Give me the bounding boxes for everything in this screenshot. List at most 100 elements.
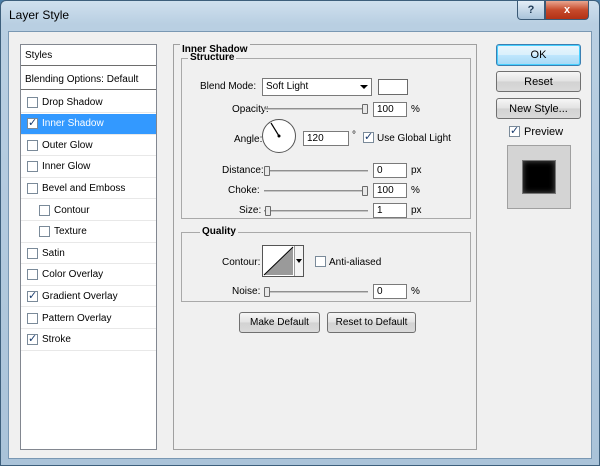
- layer-style-dialog: Layer Style ? x Styles Blending Options:…: [0, 0, 600, 466]
- degree-sign: °: [352, 130, 356, 141]
- blending-options-item[interactable]: Blending Options: Default: [21, 69, 156, 90]
- opacity-slider[interactable]: [264, 104, 368, 114]
- style-item-label: Color Overlay: [42, 269, 104, 281]
- contour-curve-icon: [263, 246, 294, 276]
- style-item-checkbox[interactable]: [27, 332, 38, 346]
- style-item-label: Outer Glow: [42, 139, 93, 151]
- close-button[interactable]: x: [545, 1, 589, 20]
- style-item-drop-shadow[interactable]: Drop Shadow: [21, 92, 156, 113]
- reset-button[interactable]: Reset: [496, 71, 581, 92]
- anti-aliased-label: Anti-aliased: [329, 257, 382, 268]
- opacity-slider-thumb[interactable]: [362, 104, 368, 114]
- noise-input[interactable]: 0: [373, 284, 407, 299]
- style-item-checkbox[interactable]: [39, 226, 50, 238]
- help-button[interactable]: ?: [517, 1, 545, 20]
- style-item-inner-glow[interactable]: Inner Glow: [21, 157, 156, 178]
- choke-slider[interactable]: [264, 186, 368, 196]
- choke-unit: %: [411, 185, 420, 196]
- noise-slider[interactable]: [264, 287, 368, 297]
- angle-dial[interactable]: [262, 119, 296, 153]
- style-item-label: Inner Shadow: [42, 118, 104, 130]
- blend-mode-select[interactable]: Soft Light: [262, 78, 372, 96]
- ok-button[interactable]: OK: [496, 44, 581, 66]
- style-item-checkbox[interactable]: [27, 161, 38, 173]
- style-item-label: Stroke: [42, 334, 71, 346]
- opacity-input[interactable]: 100: [373, 102, 407, 117]
- style-item-label: Satin: [42, 247, 65, 259]
- size-input[interactable]: 1: [373, 203, 407, 218]
- blend-mode-label: Blend Mode:: [200, 81, 257, 92]
- style-item-label: Pattern Overlay: [42, 312, 112, 324]
- distance-input[interactable]: 0: [373, 163, 407, 178]
- blend-mode-value: Soft Light: [266, 81, 309, 92]
- size-unit: px: [411, 205, 422, 216]
- noise-unit: %: [411, 286, 420, 297]
- contour-dropdown-button[interactable]: [294, 246, 303, 276]
- style-preview-swatch: [522, 160, 556, 194]
- preview-checkbox[interactable]: [509, 124, 520, 137]
- style-item-satin[interactable]: Satin: [21, 243, 156, 265]
- style-item-pattern-overlay[interactable]: Pattern Overlay: [21, 308, 156, 329]
- reset-label: Reset: [524, 75, 553, 88]
- style-item-contour[interactable]: Contour: [21, 200, 156, 221]
- reset-to-default-button[interactable]: Reset to Default: [327, 312, 416, 333]
- distance-label: Distance:: [222, 165, 264, 176]
- style-item-bevel-and-emboss[interactable]: Bevel and Emboss: [21, 178, 156, 200]
- contour-label: Contour:: [222, 257, 261, 268]
- contour-picker[interactable]: [262, 245, 304, 277]
- close-icon: x: [563, 4, 571, 16]
- size-slider-thumb[interactable]: [264, 206, 271, 216]
- inner-shadow-panel: Inner Shadow Structure Blend Mode: Soft …: [173, 44, 477, 450]
- choke-input[interactable]: 100: [373, 183, 407, 198]
- style-item-label: Inner Glow: [42, 161, 91, 173]
- style-item-checkbox[interactable]: [27, 289, 38, 302]
- style-preview: [507, 145, 571, 209]
- use-global-light-checkbox[interactable]: [363, 130, 374, 143]
- quality-title: Quality: [200, 226, 238, 237]
- use-global-light-label: Use Global Light: [377, 133, 451, 144]
- angle-input[interactable]: 120: [303, 131, 349, 146]
- style-item-outer-glow[interactable]: Outer Glow: [21, 135, 156, 157]
- style-item-texture[interactable]: Texture: [21, 222, 156, 243]
- new-style-label: New Style...: [509, 102, 568, 115]
- distance-slider-thumb[interactable]: [264, 166, 270, 176]
- style-item-gradient-overlay[interactable]: Gradient Overlay: [21, 286, 156, 308]
- styles-list: Styles Blending Options: Default Drop Sh…: [20, 44, 157, 450]
- make-default-label: Make Default: [250, 317, 309, 328]
- title-bar[interactable]: Layer Style ? x: [1, 1, 599, 31]
- shadow-color-swatch[interactable]: [378, 79, 408, 95]
- new-style-button[interactable]: New Style...: [496, 98, 581, 119]
- styles-header[interactable]: Styles: [21, 45, 156, 66]
- choke-slider-thumb[interactable]: [362, 186, 368, 196]
- angle-label: Angle:: [234, 134, 263, 145]
- noise-label: Noise:: [232, 286, 261, 297]
- make-default-button[interactable]: Make Default: [239, 312, 320, 333]
- structure-group: Structure Blend Mode: Soft Light Opacity…: [181, 52, 471, 219]
- choke-slider-track: [264, 190, 368, 192]
- window-title: Layer Style: [9, 8, 70, 22]
- angle-dial-needle: [270, 122, 281, 138]
- style-item-label: Gradient Overlay: [42, 290, 118, 302]
- ok-label: OK: [530, 49, 547, 61]
- distance-slider[interactable]: [264, 166, 368, 176]
- reset-to-default-label: Reset to Default: [335, 317, 408, 328]
- style-item-checkbox[interactable]: [39, 204, 50, 216]
- noise-slider-thumb[interactable]: [264, 287, 270, 297]
- style-item-checkbox[interactable]: [27, 139, 38, 151]
- distance-unit: px: [411, 165, 422, 176]
- chevron-down-icon: [360, 85, 368, 89]
- opacity-slider-track: [264, 108, 368, 110]
- anti-aliased-checkbox[interactable]: [315, 256, 326, 267]
- style-item-inner-shadow[interactable]: Inner Shadow: [21, 113, 156, 135]
- style-item-checkbox[interactable]: [27, 182, 38, 194]
- style-item-color-overlay[interactable]: Color Overlay: [21, 265, 156, 286]
- style-item-checkbox[interactable]: [27, 247, 38, 259]
- style-item-label: Drop Shadow: [42, 96, 103, 108]
- style-item-stroke[interactable]: Stroke: [21, 330, 156, 351]
- style-item-checkbox[interactable]: [27, 269, 38, 281]
- style-item-checkbox[interactable]: [27, 96, 38, 108]
- style-item-checkbox[interactable]: [27, 116, 38, 130]
- size-slider[interactable]: [264, 206, 368, 216]
- style-item-checkbox[interactable]: [27, 312, 38, 324]
- opacity-unit: %: [411, 104, 420, 115]
